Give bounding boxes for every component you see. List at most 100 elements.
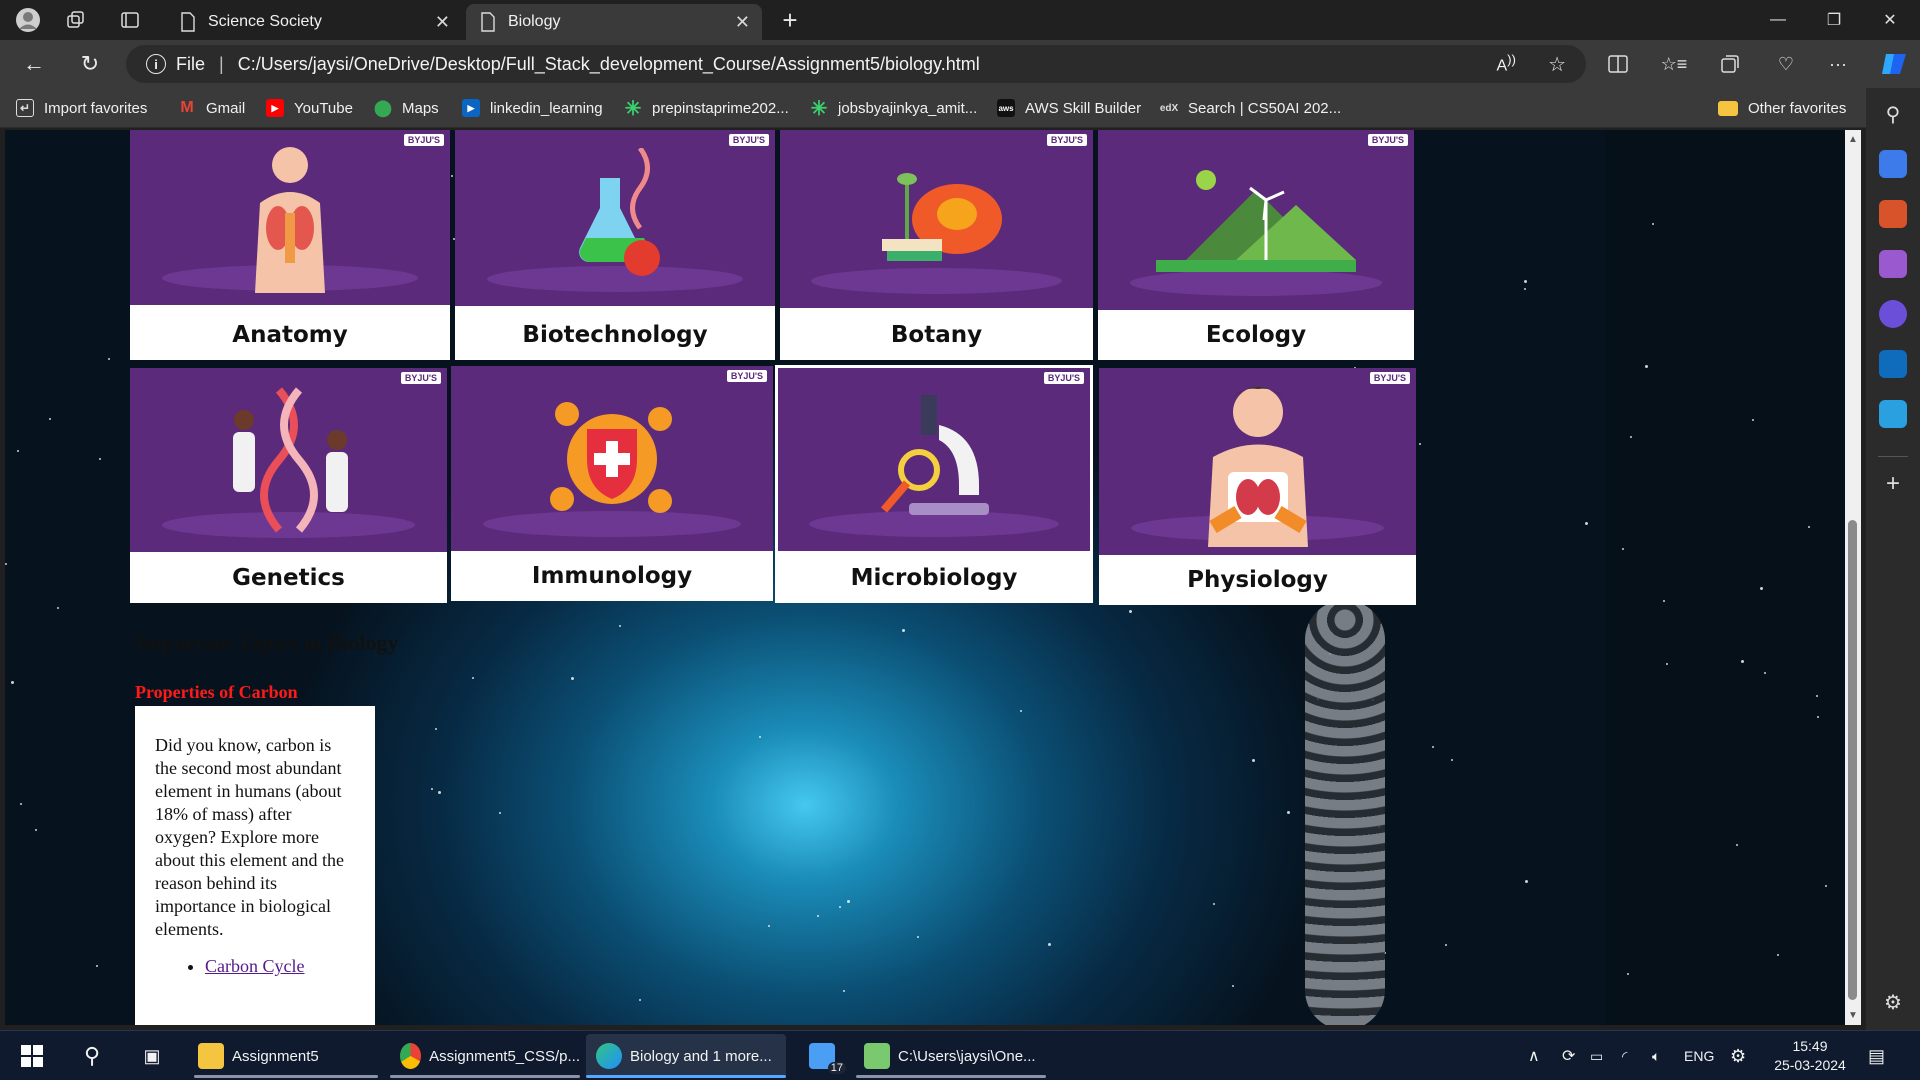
tools-icon[interactable] bbox=[1879, 200, 1907, 228]
tab-science-society[interactable]: Science Society ✕ bbox=[166, 4, 462, 40]
gmail-icon: M bbox=[180, 99, 194, 116]
scrollbar-thumb[interactable] bbox=[1848, 520, 1857, 1000]
show-hidden-icons[interactable]: ∧ bbox=[1528, 1031, 1540, 1080]
add-icon[interactable]: + bbox=[1879, 470, 1907, 498]
star bbox=[759, 736, 761, 738]
favorite-star-icon[interactable]: ☆ bbox=[1548, 52, 1566, 77]
games-icon[interactable] bbox=[1879, 250, 1907, 278]
scroll-up-arrow[interactable]: ▲ bbox=[1847, 134, 1859, 145]
carbon-cycle-link[interactable]: Carbon Cycle bbox=[205, 956, 304, 976]
fav-prepinsta[interactable]: ✳ prepinstaprime202... bbox=[624, 96, 789, 120]
card-immunology[interactable]: BYJU'S Immunology bbox=[451, 366, 773, 601]
card-microbiology[interactable]: BYJU'S Microbiology bbox=[775, 365, 1093, 603]
card-genetics[interactable]: BYJU'S Genetics bbox=[130, 368, 447, 603]
sync-icon[interactable]: ⟳ bbox=[1562, 1031, 1575, 1080]
address-url[interactable]: C:/Users/jaysi/OneDrive/Desktop/Full_Sta… bbox=[238, 54, 980, 75]
taskbar-item-edge[interactable]: Biology and 1 more... bbox=[586, 1034, 786, 1078]
battery-icon[interactable]: ▭ bbox=[1590, 1031, 1603, 1080]
favorites-icon[interactable]: ☆≡ bbox=[1660, 52, 1688, 76]
card-image: BYJU'S bbox=[775, 365, 1093, 551]
page-scrollbar[interactable]: ▲ ▼ bbox=[1845, 130, 1861, 1025]
microbiology-illustration bbox=[880, 394, 989, 515]
edx-icon: edX bbox=[1159, 102, 1179, 114]
profile-icon[interactable] bbox=[12, 6, 44, 34]
settings-icon[interactable]: ⚙ bbox=[1879, 988, 1907, 1016]
start-button[interactable] bbox=[14, 1034, 50, 1078]
fav-youtube[interactable]: ▶ YouTube bbox=[266, 96, 353, 120]
search-icon[interactable]: ⚲ bbox=[74, 1034, 110, 1078]
split-screen-icon[interactable] bbox=[1604, 52, 1632, 76]
tab-actions-icon[interactable] bbox=[114, 6, 146, 34]
fav-gmail[interactable]: M Gmail bbox=[178, 96, 245, 120]
close-window-button[interactable]: ✕ bbox=[1862, 0, 1918, 40]
workspaces-icon[interactable] bbox=[60, 6, 92, 34]
taskbar-item-notepad[interactable]: C:\Users\jaysi\One... bbox=[856, 1034, 1046, 1078]
carbon-links-list: Carbon Cycle bbox=[155, 955, 355, 978]
tab-biology[interactable]: Biology ✕ bbox=[466, 4, 762, 40]
taskbar-item-chrome[interactable]: Assignment5_CSS/p... bbox=[390, 1034, 580, 1078]
physiology-illustration bbox=[1207, 386, 1308, 547]
collections-icon[interactable] bbox=[1716, 52, 1744, 76]
folder-icon bbox=[198, 1043, 224, 1069]
close-tab-icon[interactable]: ✕ bbox=[435, 12, 450, 33]
refresh-button[interactable]: ↻ bbox=[72, 48, 108, 80]
minimize-button[interactable]: — bbox=[1750, 0, 1806, 40]
star bbox=[11, 681, 14, 684]
office-icon[interactable] bbox=[1879, 300, 1907, 328]
scroll-down-arrow[interactable]: ▼ bbox=[1847, 1010, 1859, 1021]
fav-jobsbyajinkya[interactable]: ✳ jobsbyajinkya_amit... bbox=[810, 96, 978, 120]
star bbox=[1048, 943, 1051, 946]
send-icon[interactable] bbox=[1879, 400, 1907, 428]
new-tab-button[interactable]: + bbox=[774, 5, 806, 35]
outlook-icon[interactable] bbox=[1879, 350, 1907, 378]
mail-badge: 17 bbox=[827, 1062, 846, 1074]
fav-label: Import favorites bbox=[44, 99, 148, 117]
byjus-logo: BYJU'S bbox=[403, 134, 444, 146]
search-icon[interactable]: ⚲ bbox=[1879, 100, 1907, 128]
language-indicator[interactable]: ENG bbox=[1684, 1031, 1714, 1080]
star bbox=[768, 925, 770, 927]
back-button[interactable]: ← bbox=[16, 48, 52, 80]
copilot-icon[interactable] bbox=[1878, 50, 1910, 78]
list-item: Carbon Cycle bbox=[205, 955, 355, 978]
asterisk-icon: ✳ bbox=[624, 97, 642, 120]
fav-import-favorites[interactable]: ↵ Import favorites bbox=[16, 96, 147, 120]
fav-linkedin-learning[interactable]: ▶ linkedin_learning bbox=[462, 96, 603, 120]
fav-maps[interactable]: ⬤ Maps bbox=[374, 96, 439, 120]
more-options-icon[interactable]: ··· bbox=[1824, 52, 1852, 76]
task-view-icon[interactable]: ▣ bbox=[134, 1034, 170, 1078]
restore-button[interactable]: ❐ bbox=[1806, 0, 1862, 40]
close-tab-icon[interactable]: ✕ bbox=[735, 12, 750, 33]
browser-essentials-icon[interactable]: ♡ bbox=[1772, 52, 1800, 76]
taskbar-label: Assignment5_CSS/p... bbox=[429, 1047, 580, 1065]
card-ecology[interactable]: BYJU'S Ecology bbox=[1098, 130, 1414, 360]
notifications-icon[interactable]: ▤ bbox=[1868, 1031, 1885, 1080]
info-icon[interactable]: i bbox=[146, 54, 166, 74]
fav-cs50ai[interactable]: edX Search | CS50AI 202... bbox=[1160, 96, 1341, 120]
linkedin-learning-icon: ▶ bbox=[462, 99, 480, 117]
shopping-icon[interactable] bbox=[1879, 150, 1907, 178]
card-anatomy[interactable]: BYJU'S Anatomy bbox=[130, 130, 450, 360]
taskbar-item-assignment5[interactable]: Assignment5 bbox=[194, 1034, 378, 1078]
card-physiology[interactable]: BYJU'S Physiology bbox=[1099, 368, 1416, 605]
carbon-info-box: Did you know, carbon is the second most … bbox=[135, 706, 375, 1025]
card-biotechnology[interactable]: BYJU'S Biotechnology bbox=[455, 130, 775, 360]
star bbox=[1760, 587, 1763, 590]
clock[interactable]: 15:49 25-03-2024 bbox=[1770, 1031, 1850, 1080]
card-botany[interactable]: BYJU'S Botany bbox=[780, 130, 1093, 360]
read-aloud-icon[interactable]: A)) bbox=[1496, 52, 1516, 75]
taskbar-item-mail[interactable]: 17 bbox=[796, 1034, 848, 1078]
star bbox=[843, 990, 845, 992]
star bbox=[1585, 522, 1588, 525]
address-bar[interactable]: i File | C:/Users/jaysi/OneDrive/Desktop… bbox=[126, 45, 1586, 83]
taskbar-label: Biology and 1 more... bbox=[630, 1047, 772, 1065]
fav-aws-skill-builder[interactable]: aws AWS Skill Builder bbox=[997, 96, 1141, 120]
star bbox=[1652, 223, 1654, 225]
maps-icon: ⬤ bbox=[374, 100, 392, 117]
fav-other-favorites[interactable]: Other favorites bbox=[1718, 96, 1846, 120]
volume-icon[interactable]: 🔈︎ bbox=[1652, 1031, 1660, 1080]
star bbox=[35, 829, 37, 831]
wifi-icon[interactable]: ◜ bbox=[1622, 1031, 1627, 1080]
card-label: Anatomy bbox=[232, 322, 348, 348]
settings-icon[interactable]: ⚙ bbox=[1730, 1031, 1746, 1080]
